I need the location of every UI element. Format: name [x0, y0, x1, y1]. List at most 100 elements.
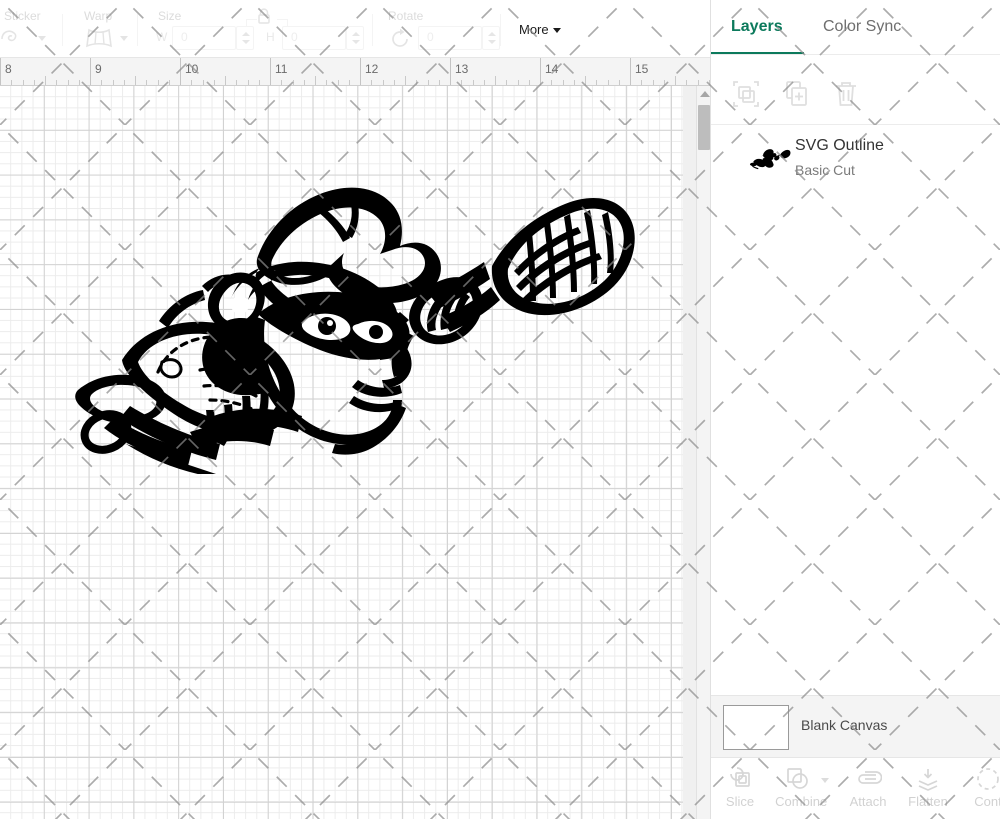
ruler-tick-label: 14 [545, 62, 559, 76]
attach-icon [854, 766, 882, 792]
flatten-icon [915, 766, 941, 792]
ruler-minor-tick [247, 80, 249, 85]
ruler-minor-tick [348, 80, 350, 85]
slice-label: Slice [725, 794, 755, 809]
more-button[interactable]: More [519, 22, 561, 37]
ruler-minor-tick [112, 80, 114, 85]
ruler-minor-tick [157, 80, 159, 85]
warp-caret-icon[interactable] [120, 36, 128, 41]
toolbar-divider-1 [62, 14, 63, 46]
canvas-vertical-scrollbar[interactable] [696, 86, 710, 819]
attach-label: Attach [849, 794, 887, 809]
contour-label: Cont [974, 794, 1000, 809]
ruler-minor-tick [438, 80, 440, 85]
ruler-tick-label: 8 [5, 62, 12, 76]
ruler-major-line [270, 58, 271, 85]
ruler-minor-tick [528, 80, 530, 85]
width-value: 0 [181, 30, 188, 44]
ruler-minor-tick [562, 80, 564, 85]
ruler-minor-tick [461, 80, 463, 85]
ruler-minor-tick [652, 80, 654, 85]
combine-icon [785, 766, 811, 792]
ruler-minor-tick [292, 80, 294, 85]
panel-bottom-actions: Slice Combine Attach Flatten Cont [711, 757, 1000, 819]
toolbar-group-warp[interactable]: Warp [78, 0, 150, 58]
flatten-label: Flatten [908, 794, 948, 809]
ruler-minor-tick [607, 80, 609, 85]
ruler-minor-tick [213, 80, 215, 85]
ruler-minor-tick [393, 80, 395, 85]
width-stepper[interactable] [236, 26, 254, 50]
duplicate-icon[interactable] [779, 77, 813, 111]
blank-canvas-row[interactable]: Blank Canvas [711, 695, 1000, 757]
ruler-minor-tick [697, 80, 699, 85]
ruler-minor-tick [146, 80, 148, 85]
ruler-major-line [630, 58, 631, 85]
height-letter: H [266, 30, 275, 44]
ruler-minor-tick [506, 80, 508, 85]
rotate-input[interactable]: 0 [418, 26, 482, 50]
group-icon[interactable] [729, 77, 763, 111]
height-stepper[interactable] [346, 26, 364, 50]
right-panel: Layers Color Sync SVG Outline Basic Cut … [710, 0, 1000, 819]
caret-up-icon[interactable] [700, 91, 710, 97]
sticker-label: Sticker [4, 9, 41, 23]
ruler-minor-tick [371, 80, 373, 85]
sticker-icon [0, 28, 30, 55]
combine-label: Combine [775, 794, 828, 809]
layer-subtitle: Basic Cut [795, 162, 855, 178]
canvas-area[interactable] [0, 86, 710, 819]
ruler-tick-label: 13 [455, 62, 469, 76]
ruler-major-line [450, 58, 451, 85]
size-label: Size [158, 9, 182, 23]
toolbar-group-sticker[interactable]: Sticker [0, 0, 78, 58]
width-input[interactable]: 0 [172, 26, 236, 50]
slice-button[interactable]: Slice [711, 758, 769, 819]
toolbar-group-rotate: Rotate 0 [388, 0, 500, 58]
sticker-caret-icon[interactable] [38, 36, 46, 41]
ruler-minor-tick [573, 80, 575, 85]
blank-canvas-thumbnail [723, 705, 789, 750]
rotate-ccw-icon[interactable] [388, 27, 412, 56]
canvas-artwork-bandit-lacrosse-player-mascot[interactable] [62, 174, 642, 474]
rotate-value: 0 [427, 30, 434, 44]
ruler-major-line [360, 58, 361, 85]
ruler-major-line [180, 58, 181, 85]
lock-closed-icon[interactable] [256, 8, 272, 30]
ruler-minor-tick [551, 80, 553, 85]
caret-down-icon [552, 28, 561, 34]
layer-item-svg-outline[interactable]: SVG Outline Basic Cut [711, 126, 1000, 196]
ruler-minor-tick [33, 80, 35, 85]
ruler-minor-tick [315, 76, 316, 85]
ruler-major-line [540, 58, 541, 85]
rotate-stepper[interactable] [482, 26, 500, 50]
height-input[interactable]: 0 [282, 26, 346, 50]
toolbar-divider-2 [137, 14, 138, 46]
rotate-label: Rotate [388, 9, 424, 23]
ruler-tick-label: 15 [635, 62, 649, 76]
tab-color-sync[interactable]: Color Sync [823, 18, 901, 36]
ruler-minor-tick [67, 80, 69, 85]
contour-icon [975, 766, 1000, 792]
horizontal-ruler[interactable]: 8 9 10 11 12 13 14 15 [0, 58, 710, 86]
layer-tools-bar [711, 55, 1000, 125]
layer-thumbnail [749, 142, 791, 176]
contour-button[interactable]: Cont [959, 758, 1000, 819]
scrollbar-thumb[interactable] [698, 105, 710, 150]
width-letter: W [156, 30, 168, 44]
ruler-minor-tick [596, 80, 598, 85]
ruler-minor-tick [495, 76, 496, 85]
layer-title: SVG Outline [795, 137, 884, 154]
ruler-major-line [90, 58, 91, 85]
tab-layers[interactable]: Layers [731, 18, 783, 36]
ruler-minor-tick [663, 80, 665, 85]
delete-icon[interactable] [829, 77, 863, 111]
toolbar-divider-3 [372, 14, 373, 46]
flatten-button[interactable]: Flatten [897, 758, 959, 819]
ruler-minor-tick [101, 80, 103, 85]
combine-caret-icon[interactable] [821, 778, 829, 783]
toolbar-group-size: Size W 0 H 0 [152, 0, 382, 58]
attach-button[interactable]: Attach [839, 758, 897, 819]
ruler-minor-tick [337, 80, 339, 85]
combine-button[interactable]: Combine [769, 758, 839, 819]
